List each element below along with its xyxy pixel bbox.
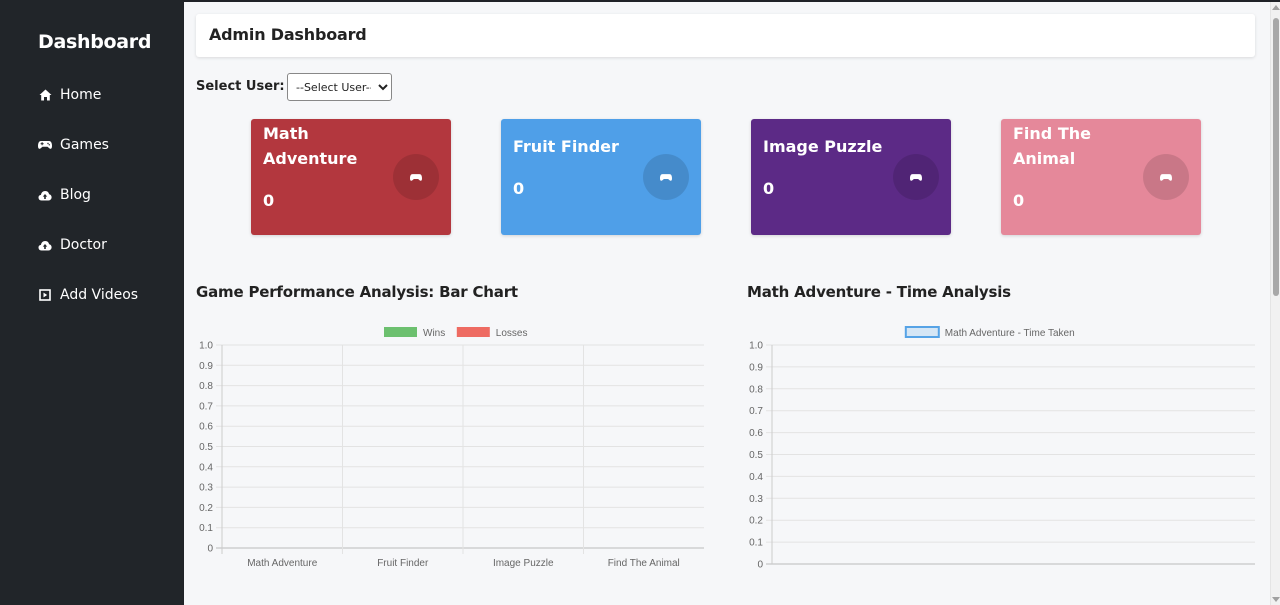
stat-card-fruit-finder[interactable]: Fruit Finder 0 (501, 119, 701, 235)
gamepad-icon (1143, 154, 1189, 200)
stat-card-value: 0 (763, 179, 775, 198)
legend-label[interactable]: Wins (423, 328, 445, 339)
square-play-icon (38, 288, 52, 302)
stat-card-image-puzzle[interactable]: Image Puzzle 0 (751, 119, 951, 235)
stat-card-math-adventure[interactable]: Math Adventure 0 (251, 119, 451, 235)
sidebar-item-blog[interactable]: Blog (38, 183, 91, 207)
sidebar-item-doctor[interactable]: Doctor (38, 233, 107, 257)
y-tick-label: 1.0 (749, 341, 763, 352)
y-tick-label: 0.5 (749, 450, 763, 461)
y-tick-label: 0.1 (749, 538, 763, 549)
y-tick-label: 0.6 (749, 428, 763, 439)
stat-card-title: Find The Animal (1013, 124, 1091, 168)
gamepad-icon (643, 154, 689, 200)
main-content: Admin Dashboard Select User: --Select Us… (184, 2, 1270, 605)
scrollbar-thumb[interactable] (1273, 18, 1279, 296)
vertical-scrollbar[interactable] (1270, 2, 1280, 605)
stat-card-value: 0 (513, 179, 525, 198)
stat-card-title: Fruit Finder (513, 137, 619, 156)
y-tick-label: 0 (207, 544, 213, 555)
legend-label[interactable]: Losses (496, 328, 528, 339)
scroll-down-arrow-icon[interactable] (1272, 597, 1280, 602)
page-title: Admin Dashboard (209, 25, 367, 44)
y-tick-label: 0.3 (749, 494, 763, 505)
home-icon (38, 88, 52, 102)
sidebar-item-add-videos[interactable]: Add Videos (38, 283, 138, 307)
y-tick-label: 1.0 (199, 341, 213, 352)
time-chart-title: Math Adventure - Time Analysis (747, 283, 1011, 301)
stat-card-value: 0 (1013, 191, 1025, 210)
y-tick-label: 0.7 (199, 401, 213, 412)
time-chart: Math Adventure - Time Taken 1.0 0.9 0.8 0.7 0… (749, 326, 1255, 571)
y-tick-label: 0.4 (749, 472, 763, 483)
user-select[interactable]: --Select User-- (287, 73, 392, 101)
x-tick-label: Find The Animal (608, 558, 680, 569)
sidebar-brand: Dashboard (38, 31, 152, 53)
stat-card-value: 0 (263, 191, 275, 210)
y-tick-label: 0.1 (199, 523, 213, 534)
legend-label[interactable]: Math Adventure - Time Taken (945, 328, 1075, 339)
y-tick-label: 0.3 (199, 483, 213, 494)
select-user-label: Select User: (196, 79, 285, 94)
y-tick-label: 0.9 (749, 362, 763, 373)
y-tick-label: 0.2 (749, 516, 763, 527)
sidebar-item-label: Add Videos (60, 287, 139, 303)
header-card: Admin Dashboard (196, 14, 1255, 57)
legend-swatch[interactable] (456, 327, 490, 337)
stat-card-title: Image Puzzle (763, 137, 883, 156)
sidebar-item-label: Blog (60, 187, 91, 203)
sidebar-item-label: Games (60, 137, 109, 153)
scroll-up-arrow-icon[interactable] (1272, 5, 1280, 10)
x-tick-label: Image Puzzle (493, 558, 554, 569)
stat-card-find-the-animal[interactable]: Find The Animal 0 (1001, 119, 1201, 235)
y-tick-label: 0.5 (199, 442, 213, 453)
chart-legend[interactable]: Wins Losses (384, 327, 527, 339)
y-tick-label: 0.7 (749, 406, 763, 417)
cloud-upload-icon (38, 188, 52, 202)
y-tick-label: 0 (757, 560, 763, 571)
y-tick-label: 0.8 (749, 384, 763, 395)
x-tick-label: Fruit Finder (377, 558, 429, 569)
y-tick-label: 0.9 (199, 361, 213, 372)
sidebar-item-games[interactable]: Games (38, 133, 109, 157)
legend-swatch[interactable] (904, 326, 940, 338)
gamepad-icon (38, 138, 52, 152)
sidebar: Dashboard Home Games Blog Doctor Add Vid… (0, 0, 183, 605)
sidebar-item-label: Doctor (60, 237, 107, 253)
chart-legend[interactable]: Math Adventure - Time Taken (904, 326, 1075, 339)
x-tick-label: Math Adventure (247, 558, 317, 569)
y-tick-label: 0.2 (199, 503, 213, 514)
gamepad-icon (393, 154, 439, 200)
cloud-upload-icon (38, 238, 52, 252)
legend-swatch[interactable] (384, 327, 417, 337)
y-tick-label: 0.8 (199, 381, 213, 392)
sidebar-item-label: Home (60, 87, 102, 103)
stat-card-title: Math Adventure (263, 124, 358, 168)
bar-chart: Wins Losses 1.0 0.9 0.8 0.7 0.6 0.5 0.4 0.3 0.2 0.1… (199, 327, 704, 569)
y-tick-label: 0.6 (199, 422, 213, 433)
y-tick-label: 0.4 (199, 462, 213, 473)
bar-chart-title: Game Performance Analysis: Bar Chart (196, 283, 518, 301)
sidebar-item-home[interactable]: Home (38, 83, 101, 107)
gamepad-icon (893, 154, 939, 200)
